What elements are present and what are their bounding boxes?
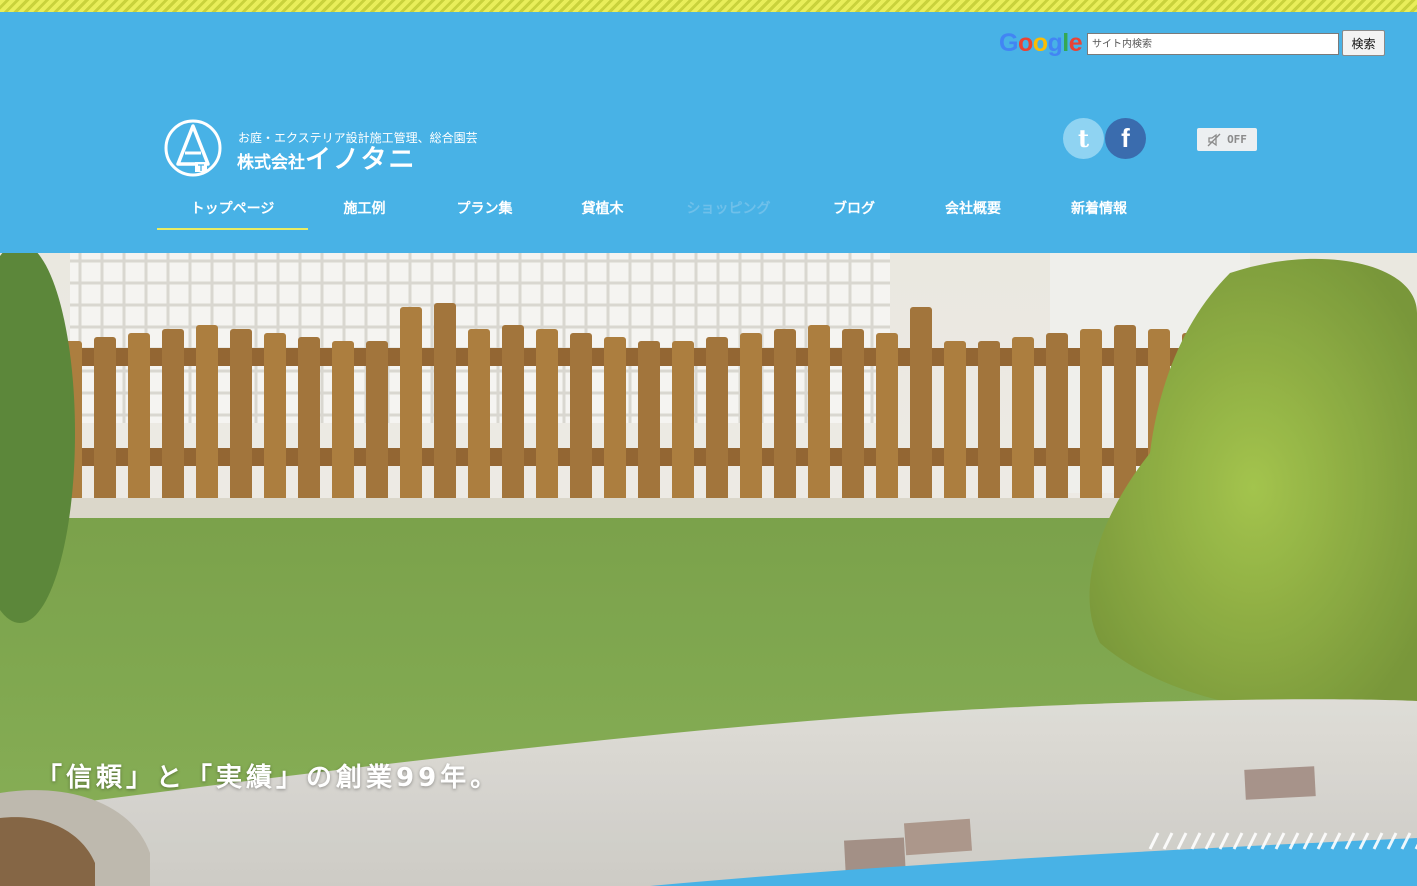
- nav-item-plans[interactable]: プラン集: [421, 190, 548, 230]
- tumblr-icon[interactable]: t: [1063, 118, 1104, 159]
- company-name-main: イノタニ: [305, 145, 417, 175]
- nav-item-company[interactable]: 会社概要: [908, 190, 1038, 230]
- company-name-prefix: 株式会社: [237, 153, 305, 173]
- nav-item-news[interactable]: 新着情報: [1038, 190, 1160, 230]
- main-navigation: トップページ 施工例 プラン集 貸植木 ショッピング ブログ 会社概要 新着情報: [157, 190, 1160, 230]
- speaker-muted-icon: [1207, 133, 1221, 146]
- nav-item-tree-rental[interactable]: 貸植木: [548, 190, 657, 230]
- site-search-input[interactable]: [1087, 33, 1339, 55]
- nav-item-works[interactable]: 施工例: [308, 190, 421, 230]
- hero-caption: 「信頼」と「実績」の創業99年。: [36, 763, 501, 793]
- google-logo: Google: [999, 29, 1083, 57]
- nav-item-shopping[interactable]: ショッピング: [657, 190, 800, 230]
- hero-image: 「信頼」と「実績」の創業99年。: [0, 253, 1417, 886]
- company-name[interactable]: 株式会社イノタニ: [237, 143, 416, 180]
- sound-toggle-button[interactable]: OFF: [1197, 128, 1257, 151]
- company-logo-icon[interactable]: [163, 118, 223, 178]
- nav-item-top-page[interactable]: トップページ: [157, 190, 308, 230]
- facebook-icon[interactable]: f: [1105, 118, 1146, 159]
- top-stripe-decoration: [0, 0, 1417, 12]
- sound-toggle-label: OFF: [1227, 133, 1247, 146]
- nav-item-blog[interactable]: ブログ: [800, 190, 908, 230]
- search-button[interactable]: 検索: [1342, 30, 1385, 56]
